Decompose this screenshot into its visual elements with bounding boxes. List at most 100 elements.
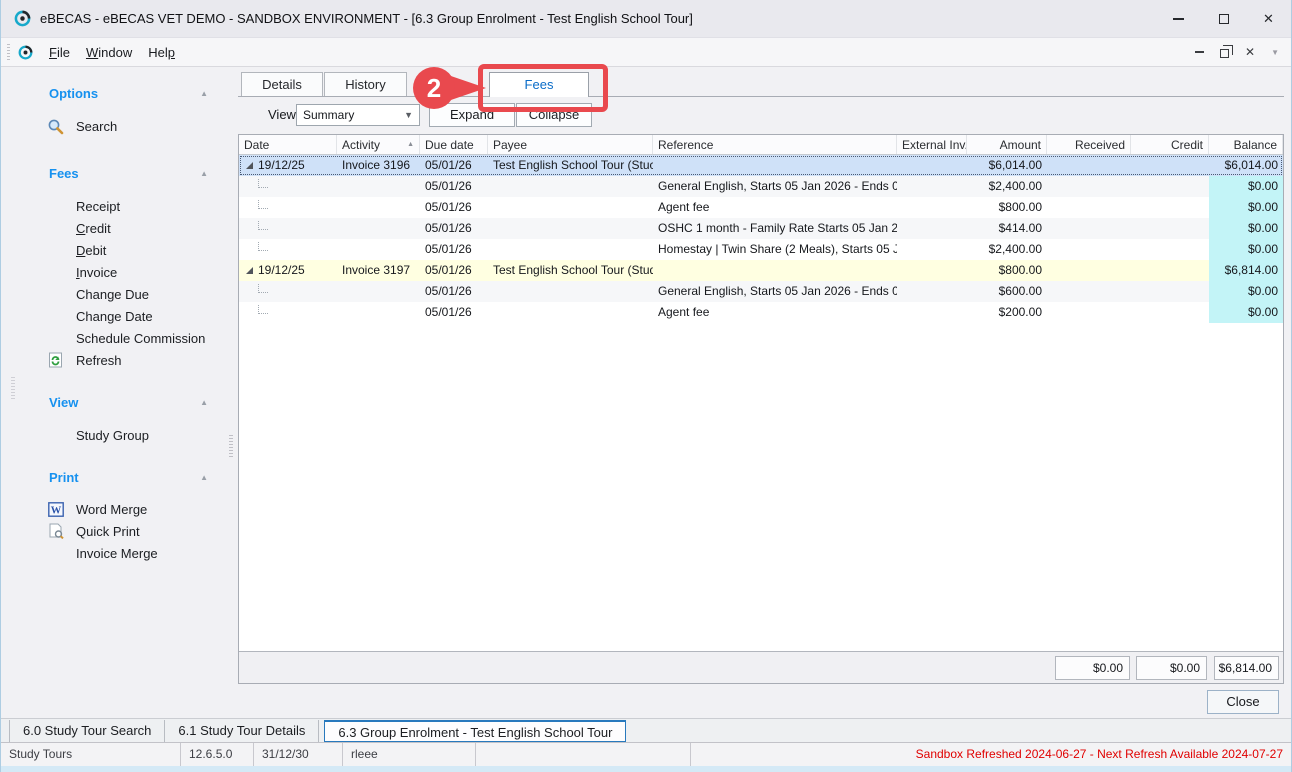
sidebar-item-change-due[interactable]: Change Due: [1, 283, 238, 305]
cell-credit: [1131, 155, 1209, 176]
cell-credit: [1131, 197, 1209, 218]
collapse-arrow-icon[interactable]: ▲: [200, 398, 208, 407]
grid-header-row: DateActivity▲Due datePayeeReferenceExter…: [239, 135, 1283, 155]
expand-collapse-icon[interactable]: [246, 267, 253, 274]
bottom-tab-group-enrolment[interactable]: 6.3 Group Enrolment - Test English Schoo…: [324, 720, 626, 742]
tab-details[interactable]: Details: [241, 72, 323, 96]
open-forms-tab-bar: 6.0 Study Tour Search 6.1 Study Tour Det…: [1, 718, 1291, 742]
cell-amount: $2,400.00: [967, 239, 1047, 260]
cell-activity: [337, 218, 420, 239]
table-row[interactable]: 05/01/26OSHC 1 month - Family Rate Start…: [239, 218, 1283, 239]
collapse-arrow-icon[interactable]: ▲: [200, 89, 208, 98]
column-header-credit[interactable]: Credit: [1131, 135, 1209, 154]
menu-bar: File Window Help ✕ ▼: [1, 38, 1291, 67]
cell-due: 05/01/26: [420, 197, 488, 218]
section-view[interactable]: View▲: [1, 393, 238, 411]
column-header-balance[interactable]: Balance: [1209, 135, 1283, 154]
collapse-arrow-icon[interactable]: ▲: [200, 473, 208, 482]
sidebar-item-receipt[interactable]: Receipt: [1, 195, 238, 217]
column-header-external[interactable]: External Inv...: [897, 135, 967, 154]
menu-help[interactable]: Help: [148, 45, 175, 60]
cell-reference: OSHC 1 month - Family Rate Starts 05 Jan…: [653, 218, 897, 239]
cell-balance: $0.00: [1209, 218, 1283, 239]
minimize-icon: [1173, 18, 1184, 20]
sidebar-item-quick-print[interactable]: Quick Print: [1, 520, 238, 542]
sidebar-item-change-date[interactable]: Change Date: [1, 305, 238, 327]
content-panel: Details History Fees 2 View Summary ▼ Ex…: [238, 67, 1284, 718]
cell-received: [1047, 176, 1131, 197]
cell-reference: General English, Starts 05 Jan 2026 - En…: [653, 281, 897, 302]
section-print[interactable]: Print▲: [1, 468, 238, 486]
close-window-button[interactable]: ✕: [1246, 0, 1291, 37]
minimize-button[interactable]: [1156, 0, 1201, 37]
tree-line: [258, 200, 268, 209]
mdi-close-icon: ✕: [1245, 45, 1255, 59]
cell-received: [1047, 239, 1131, 260]
sidebar-item-credit[interactable]: Credit: [1, 217, 238, 239]
status-empty: [476, 743, 691, 766]
menu-file[interactable]: File: [49, 45, 70, 60]
splitter-handle[interactable]: [229, 435, 233, 459]
column-header-reference[interactable]: Reference: [653, 135, 897, 154]
close-button[interactable]: Close: [1207, 690, 1279, 714]
cell-amount: $6,014.00: [967, 155, 1047, 176]
menu-window[interactable]: Window: [86, 45, 132, 60]
column-header-amount[interactable]: Amount: [967, 135, 1047, 154]
collapse-arrow-icon[interactable]: ▲: [200, 169, 208, 178]
column-header-due[interactable]: Due date: [420, 135, 488, 154]
window-title: eBECAS - eBECAS VET DEMO - SANDBOX ENVIR…: [40, 11, 693, 26]
sidebar-item-study-group[interactable]: Study Group: [1, 424, 238, 446]
toolbar-grip: [7, 44, 10, 61]
status-user: rleee: [343, 743, 476, 766]
cell-credit: [1131, 176, 1209, 197]
view-select[interactable]: Summary ▼: [296, 104, 420, 126]
sidebar-item-refresh[interactable]: Refresh: [1, 349, 238, 371]
cell-external: [897, 260, 967, 281]
tab-history[interactable]: History: [324, 72, 407, 96]
cell-balance: $0.00: [1209, 176, 1283, 197]
total-credit-box: $0.00: [1136, 656, 1207, 680]
sidebar-item-invoice[interactable]: Invoice: [1, 261, 238, 283]
sidebar-item-schedule-commission[interactable]: Schedule Commission: [1, 327, 238, 349]
cell-amount: $200.00: [967, 302, 1047, 323]
table-row[interactable]: 05/01/26Homestay | Twin Share (2 Meals),…: [239, 239, 1283, 260]
cell-date: [239, 218, 337, 239]
mdi-close-button[interactable]: ✕: [1245, 43, 1255, 61]
sidebar-item-debit[interactable]: Debit: [1, 239, 238, 261]
cell-due: 05/01/26: [420, 281, 488, 302]
fees-grid: DateActivity▲Due datePayeeReferenceExter…: [238, 134, 1284, 684]
search-icon: [46, 118, 65, 135]
tree-line: [258, 284, 268, 293]
section-fees[interactable]: Fees▲: [1, 164, 238, 182]
table-row[interactable]: 19/12/25Invoice 319605/01/26Test English…: [239, 155, 1283, 176]
section-options[interactable]: Options▲: [1, 84, 238, 102]
sidebar-item-search[interactable]: Search: [1, 115, 238, 137]
table-row[interactable]: 05/01/26 General English, Starts 05 Jan 2…: [239, 281, 1283, 302]
cell-date: [239, 176, 337, 197]
cell-amount: $2,400.00: [967, 176, 1047, 197]
column-header-payee[interactable]: Payee: [488, 135, 653, 154]
mdi-menu-dropdown-icon[interactable]: ▼: [1271, 48, 1279, 57]
cell-received: [1047, 260, 1131, 281]
table-row[interactable]: 05/01/26Agent fee$200.00$0.00: [239, 302, 1283, 323]
sidebar-item-invoice-merge[interactable]: Invoice Merge: [1, 542, 238, 564]
cell-payee: Test English School Tour (Stuc▾: [488, 155, 653, 176]
column-header-activity[interactable]: Activity▲: [337, 135, 420, 154]
column-header-received[interactable]: Received: [1047, 135, 1131, 154]
cell-payee: [488, 302, 653, 323]
bottom-tab-study-tour-search[interactable]: 6.0 Study Tour Search: [9, 720, 165, 742]
sidebar-item-word-merge[interactable]: W Word Merge: [1, 498, 238, 520]
table-row[interactable]: 05/01/26General English, Starts 05 Jan 2…: [239, 176, 1283, 197]
mdi-minimize-button[interactable]: [1195, 51, 1204, 53]
cell-due: 05/01/26: [420, 260, 488, 281]
status-version: 12.6.5.0: [181, 743, 254, 766]
cell-date: 19/12/25: [239, 155, 337, 176]
table-row[interactable]: 19/12/25Invoice 319705/01/26Test English…: [239, 260, 1283, 281]
table-row[interactable]: 05/01/26Agent fee$800.00$0.00: [239, 197, 1283, 218]
tab-strip: Details History Fees: [238, 72, 1284, 97]
expand-collapse-icon[interactable]: [246, 162, 253, 169]
bottom-tab-study-tour-details[interactable]: 6.1 Study Tour Details: [165, 720, 319, 742]
column-header-date[interactable]: Date: [239, 135, 337, 154]
maximize-button[interactable]: [1201, 0, 1246, 37]
mdi-restore-button[interactable]: [1220, 47, 1229, 58]
